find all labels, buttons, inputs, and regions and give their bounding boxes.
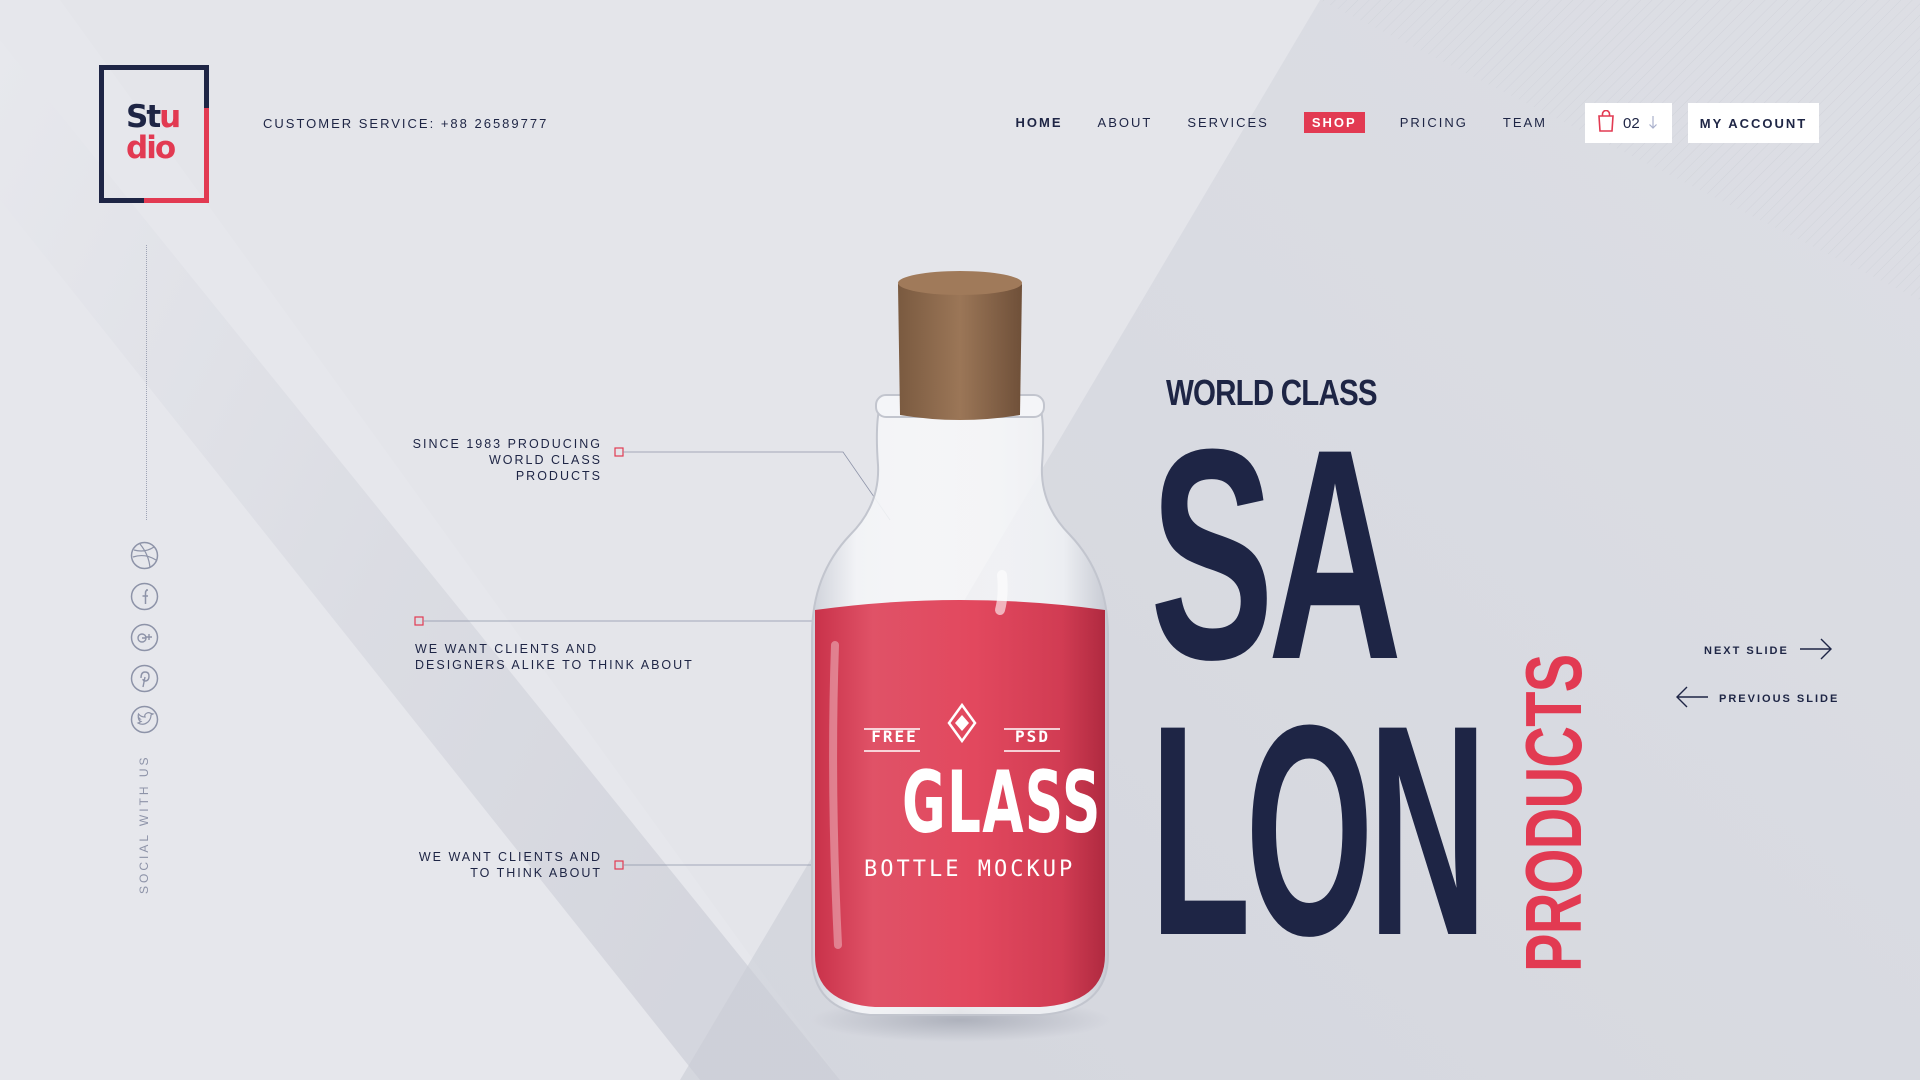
arrow-left-icon — [1675, 686, 1709, 711]
callout-3: WE WANT CLIENTS AND TO THINK ABOUT — [410, 849, 602, 881]
next-slide-button[interactable]: NEXT SLIDE — [1704, 638, 1833, 663]
product-bottle-image: FREE PSD GLASS BOTTLE MOCKUP — [790, 265, 1120, 1050]
callout-3-line2: TO THINK ABOUT — [470, 866, 602, 880]
callout-2-line1: WE WANT CLIENTS AND — [415, 642, 599, 656]
callout-3-line1: WE WANT CLIENTS AND — [418, 850, 602, 864]
arrow-right-icon — [1799, 638, 1833, 663]
label-bottle-mockup: BOTTLE MOCKUP — [864, 857, 1076, 882]
callout-1-line1: SINCE 1983 PRODUCING — [412, 437, 602, 451]
hero-title-line1: SA — [1150, 386, 1402, 722]
hero-vertical-title: PRODUCTS — [1509, 654, 1598, 972]
label-free: FREE — [871, 727, 918, 746]
previous-slide-label: PREVIOUS SLIDE — [1719, 692, 1840, 705]
label-psd: PSD — [1015, 727, 1050, 746]
label-glass: GLASS — [902, 753, 1102, 853]
callout-1: SINCE 1983 PRODUCING WORLD CLASS PRODUCT… — [410, 436, 602, 484]
next-slide-label: NEXT SLIDE — [1704, 644, 1789, 657]
previous-slide-button[interactable]: PREVIOUS SLIDE — [1675, 686, 1839, 711]
callout-2: WE WANT CLIENTS AND DESIGNERS ALIKE TO T… — [415, 641, 694, 673]
callout-1-line2: WORLD CLASS PRODUCTS — [489, 453, 602, 483]
hero-title-line2: LON — [1150, 662, 1487, 998]
callout-2-line2: DESIGNERS ALIKE TO THINK ABOUT — [415, 658, 694, 672]
